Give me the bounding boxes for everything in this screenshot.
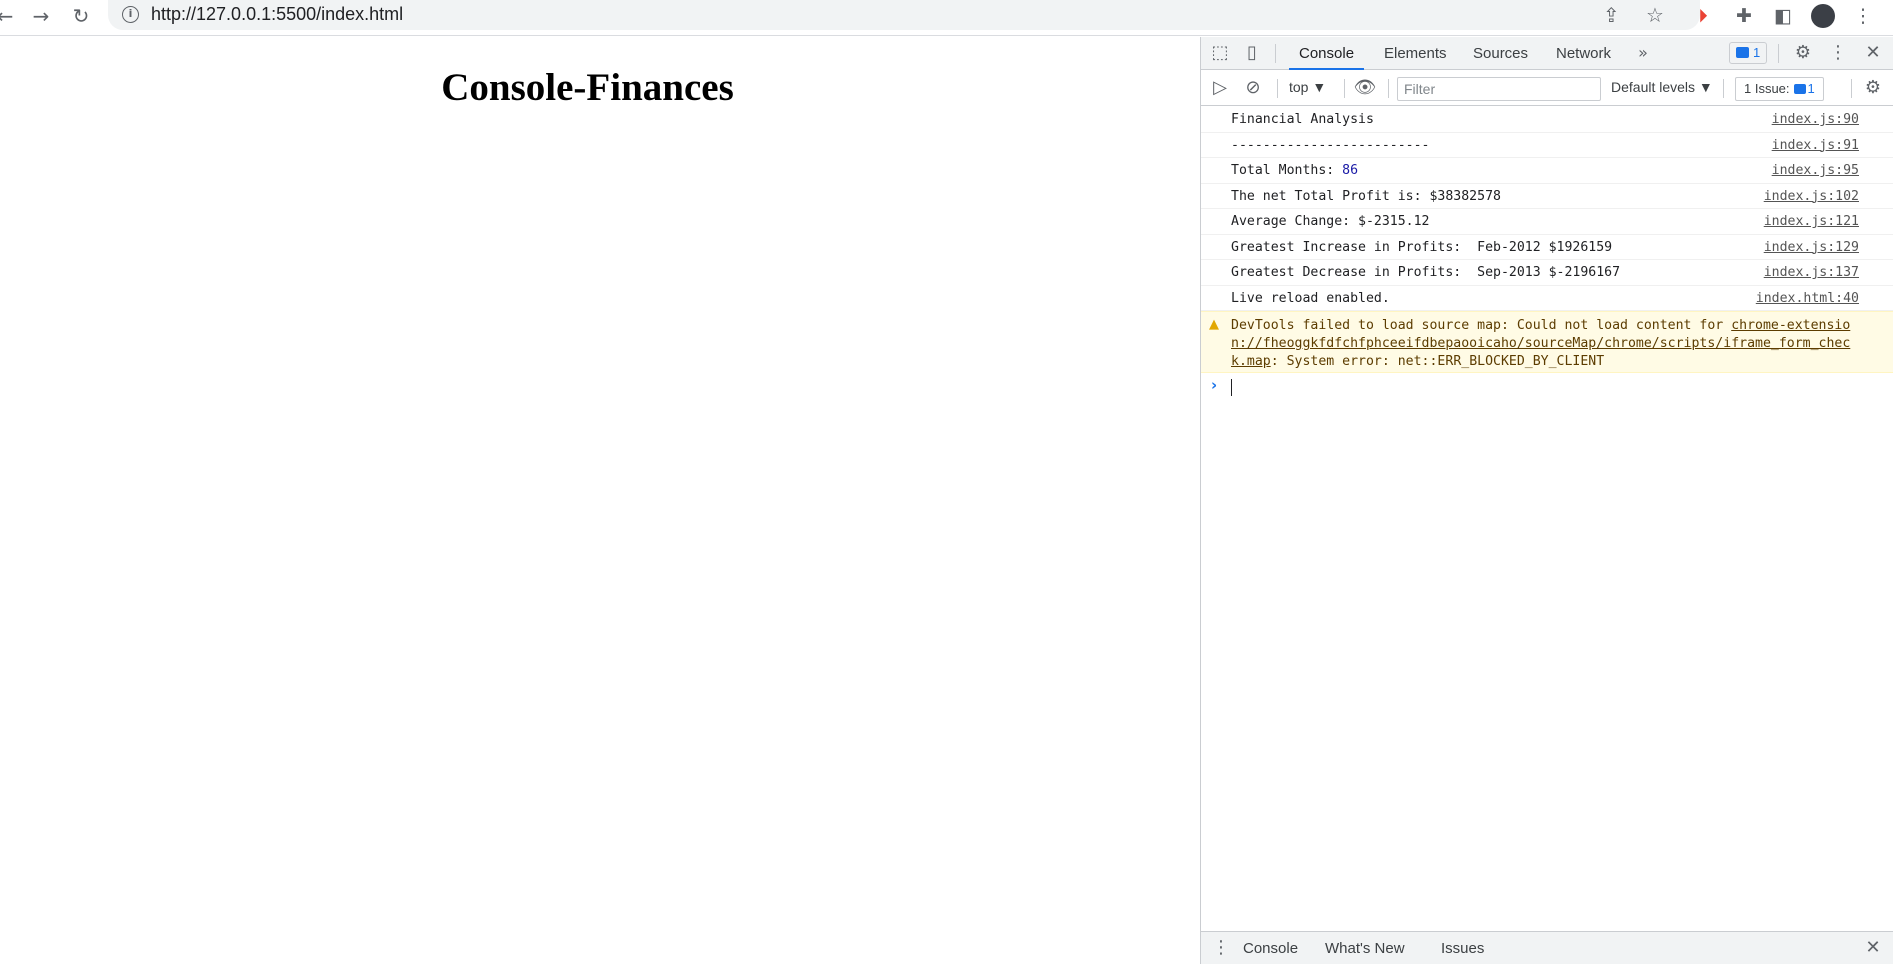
devtools-menu-icon[interactable]: ⋮ [1826, 41, 1850, 65]
source-link[interactable]: index.js:121 [1764, 214, 1859, 229]
bookmark-star-icon[interactable]: ☆ [1646, 3, 1664, 27]
extension-icon[interactable]: ⏵ [1690, 3, 1716, 29]
reload-icon[interactable]: ↻ [68, 3, 94, 29]
prompt-chevron-icon: › [1211, 376, 1218, 394]
share-icon[interactable]: ⇪ [1603, 3, 1620, 27]
forward-icon[interactable]: → [28, 3, 54, 29]
console-message: The net Total Profit is: $38382578 index… [1201, 184, 1893, 209]
clear-console-icon[interactable]: ⊘ [1241, 76, 1265, 100]
console-output: Financial Analysis index.js:90 ---------… [1201, 107, 1893, 399]
drawer-menu-icon[interactable]: ⋮ [1209, 936, 1233, 960]
page-title: Console-Finances [441, 66, 734, 109]
source-link[interactable]: index.js:95 [1772, 163, 1859, 178]
warning-icon: ▲ [1209, 317, 1219, 332]
browser-menu-icon[interactable]: ⋮ [1850, 3, 1876, 29]
close-devtools-icon[interactable]: ✕ [1861, 41, 1885, 65]
more-tabs-icon[interactable]: » [1631, 41, 1655, 65]
close-drawer-icon[interactable]: ✕ [1861, 936, 1885, 960]
devtools-panel: ⬚ ▯ Console Elements Sources Network » 1… [1200, 37, 1893, 964]
issues-counter[interactable]: 1 Issue: 1 [1735, 77, 1824, 101]
console-message: Total Months: 86 index.js:95 [1201, 158, 1893, 184]
tab-sources[interactable]: Sources [1473, 37, 1528, 70]
live-expression-eye-icon[interactable]: 👁 [1353, 76, 1377, 100]
console-message: Greatest Decrease in Profits: Sep-2013 $… [1201, 260, 1893, 286]
drawer-tab-issues[interactable]: Issues [1441, 940, 1484, 957]
inspect-element-icon[interactable]: ⬚ [1208, 41, 1232, 65]
source-link[interactable]: index.html:40 [1756, 291, 1859, 306]
source-link[interactable]: index.js:90 [1772, 112, 1859, 127]
console-warning: ▲ DevTools failed to load source map: Co… [1201, 311, 1893, 373]
back-icon[interactable]: ← [0, 3, 18, 29]
tab-elements[interactable]: Elements [1384, 37, 1447, 70]
sidebar-toggle-icon[interactable]: ▷ [1208, 76, 1232, 100]
tab-console[interactable]: Console [1289, 37, 1365, 70]
page-viewport: Console-Finances [0, 37, 1200, 964]
extensions-puzzle-icon[interactable]: ✚ [1731, 3, 1757, 29]
source-link[interactable]: index.js:102 [1764, 189, 1859, 204]
tab-network[interactable]: Network [1556, 37, 1611, 70]
source-link[interactable]: index.js:129 [1764, 240, 1859, 255]
url-text[interactable]: http://127.0.0.1:5500/index.html [151, 4, 403, 25]
device-toolbar-icon[interactable]: ▯ [1240, 41, 1264, 65]
text-caret [1231, 379, 1232, 396]
profile-avatar[interactable] [1810, 3, 1836, 29]
total-months-value: 86 [1342, 163, 1359, 178]
messages-badge[interactable]: 1 [1729, 42, 1768, 64]
devtools-drawer: ⋮ Console What's New Issues ✕ [1201, 931, 1893, 964]
drawer-tab-console[interactable]: Console [1243, 940, 1298, 957]
side-panel-icon[interactable]: ◧ [1770, 3, 1796, 29]
context-selector[interactable]: top ▼ [1289, 79, 1326, 95]
console-settings-icon[interactable]: ⚙ [1861, 76, 1885, 100]
console-message: Greatest Increase in Profits: Feb-2012 $… [1201, 235, 1893, 260]
issue-icon [1793, 84, 1806, 94]
console-prompt[interactable]: › [1201, 373, 1893, 399]
settings-gear-icon[interactable]: ⚙ [1791, 41, 1815, 65]
browser-toolbar: ← → ↻ i http://127.0.0.1:5500/index.html… [0, 0, 1893, 36]
console-message: Average Change: $-2315.12 index.js:121 [1201, 209, 1893, 235]
filter-input[interactable]: Filter [1397, 77, 1601, 101]
console-message: Financial Analysis index.js:90 [1201, 107, 1893, 133]
source-link[interactable]: index.js:91 [1772, 138, 1859, 153]
devtools-tabbar: ⬚ ▯ Console Elements Sources Network » 1… [1201, 37, 1893, 70]
site-info-icon[interactable]: i [122, 6, 139, 23]
address-bar[interactable]: i http://127.0.0.1:5500/index.html ⇪ ☆ [108, 0, 1700, 30]
source-link[interactable]: index.js:137 [1764, 265, 1859, 280]
console-message: ------------------------- index.js:91 [1201, 133, 1893, 158]
log-levels-dropdown[interactable]: Default levels ▼ [1611, 79, 1713, 95]
message-icon [1736, 47, 1749, 58]
console-message: Live reload enabled. index.html:40 [1201, 286, 1893, 311]
console-toolbar: ▷ ⊘ top ▼ 👁 Filter Default levels ▼ 1 Is… [1201, 71, 1893, 106]
drawer-tab-whats-new[interactable]: What's New [1325, 940, 1405, 957]
